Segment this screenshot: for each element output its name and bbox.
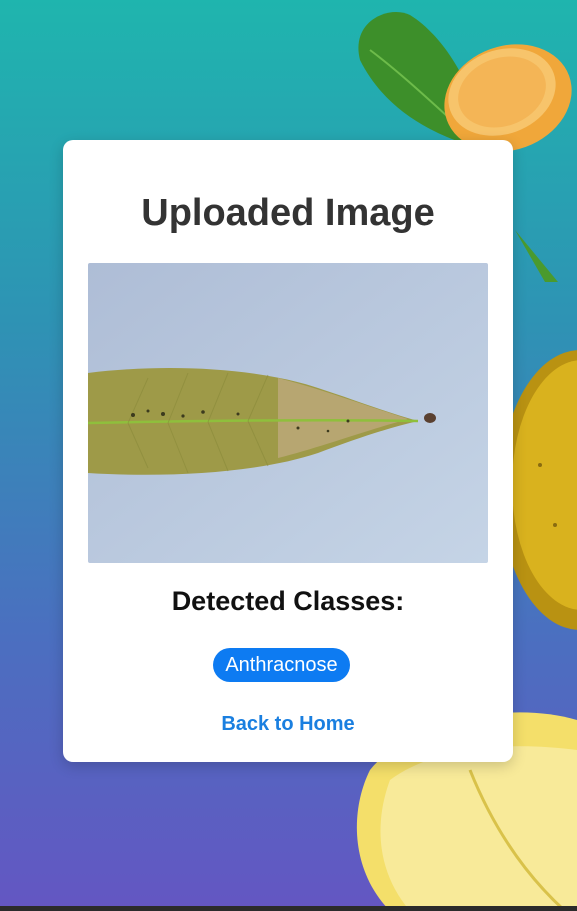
- page-title: Uploaded Image: [141, 192, 435, 234]
- class-badge: Anthracnose: [213, 648, 350, 682]
- uploaded-leaf-image: [88, 263, 488, 563]
- page-background: Uploaded Image Detected Classes: Anthrac…: [0, 0, 577, 911]
- upload-result-card: Uploaded Image Detected Classes: Anthrac…: [63, 140, 513, 762]
- back-to-home-link[interactable]: Back to Home: [63, 713, 513, 736]
- bottom-bar: [0, 906, 577, 911]
- detected-classes-heading: Detected Classes:: [171, 586, 405, 616]
